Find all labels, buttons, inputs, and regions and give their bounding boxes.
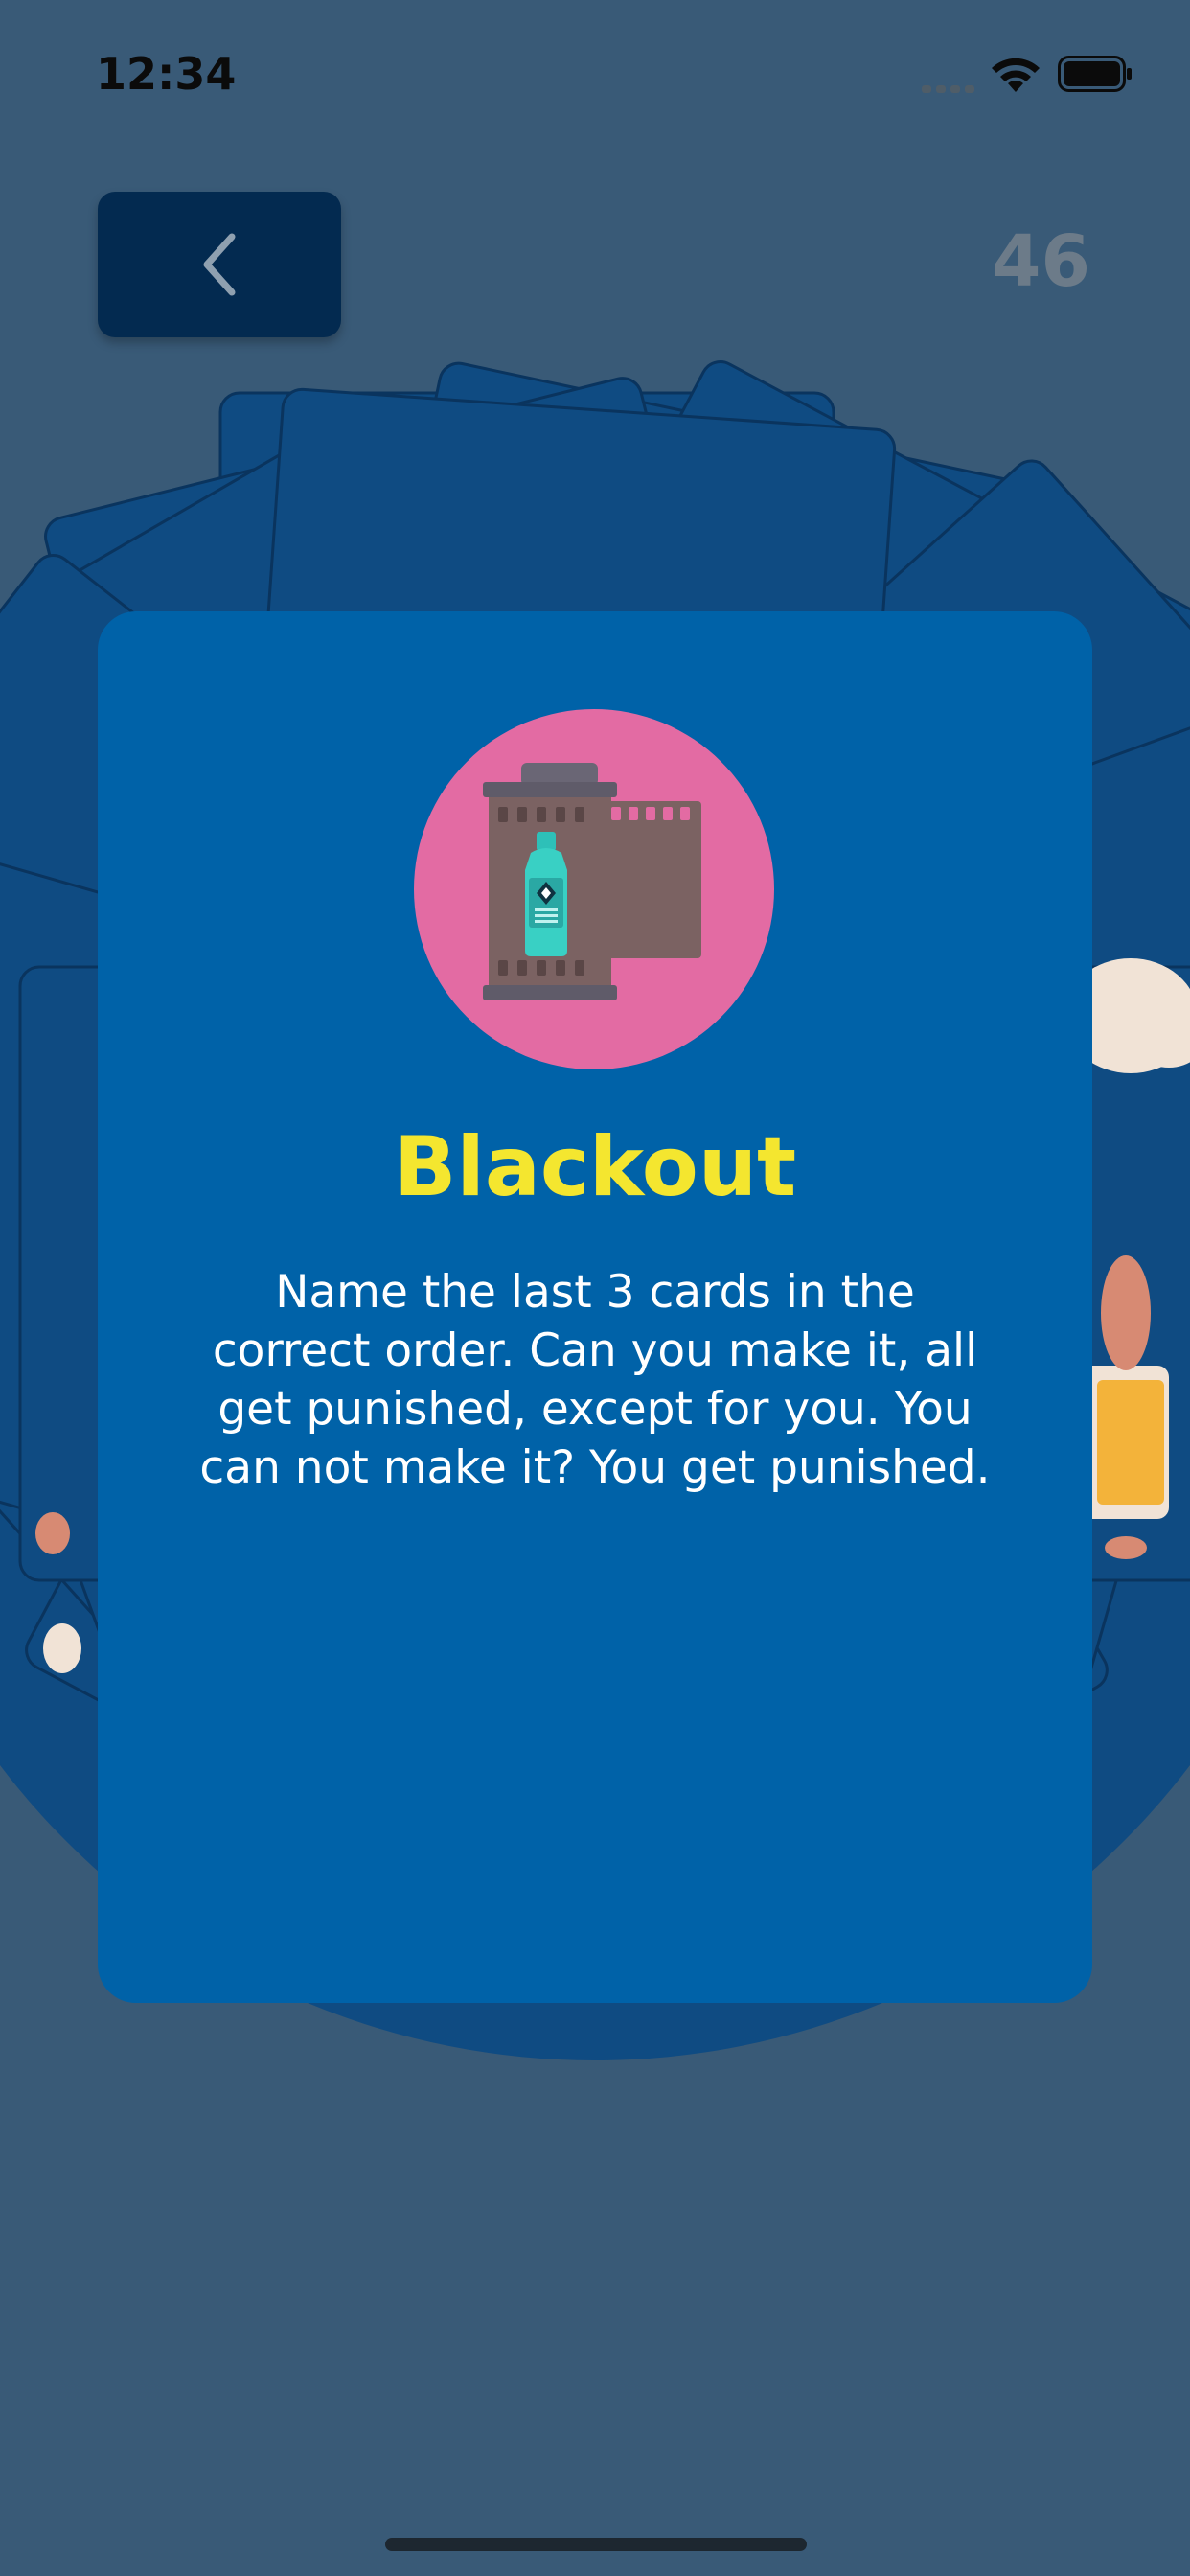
cellular-signal-icon — [922, 85, 974, 93]
film-roll-bottle-icon — [414, 709, 774, 1070]
chevron-left-icon — [203, 233, 236, 296]
game-screen: 12:34 46 Blackout Name the last 3 cards … — [0, 0, 1190, 2576]
wifi-icon — [992, 58, 1040, 92]
game-card[interactable]: Blackout Name the last 3 cards in the co… — [98, 611, 1092, 2003]
back-button[interactable] — [98, 192, 341, 337]
card-title: Blackout — [393, 1119, 797, 1215]
home-indicator[interactable] — [385, 2538, 807, 2551]
cards-remaining-counter: 46 — [992, 220, 1090, 303]
battery-icon — [1058, 56, 1132, 92]
status-bar: 12:34 — [0, 0, 1190, 144]
status-time: 12:34 — [96, 48, 237, 100]
card-description: Name the last 3 cards in the correct ord… — [199, 1266, 991, 1494]
